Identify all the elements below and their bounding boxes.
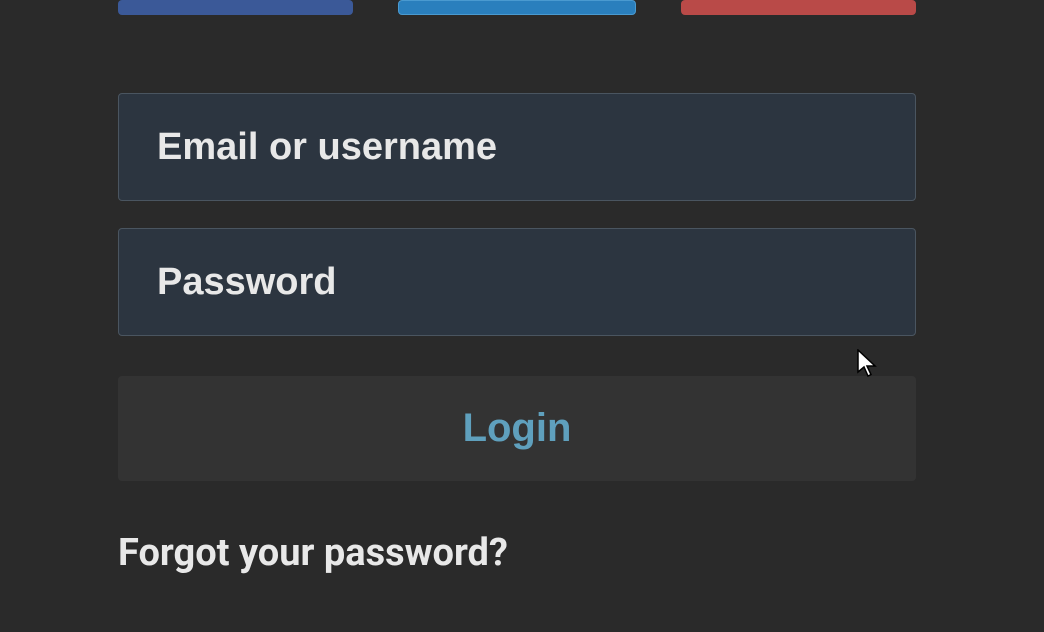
login-button[interactable]: Login xyxy=(118,376,916,481)
twitter-login-button[interactable] xyxy=(398,0,635,15)
email-username-input[interactable] xyxy=(118,93,916,201)
forgot-password-link[interactable]: Forgot your password? xyxy=(118,531,916,575)
login-form: Login Forgot your password? xyxy=(118,0,916,575)
facebook-login-button[interactable] xyxy=(118,0,353,15)
password-input[interactable] xyxy=(118,228,916,336)
social-login-row xyxy=(118,0,916,15)
google-login-button[interactable] xyxy=(681,0,916,15)
